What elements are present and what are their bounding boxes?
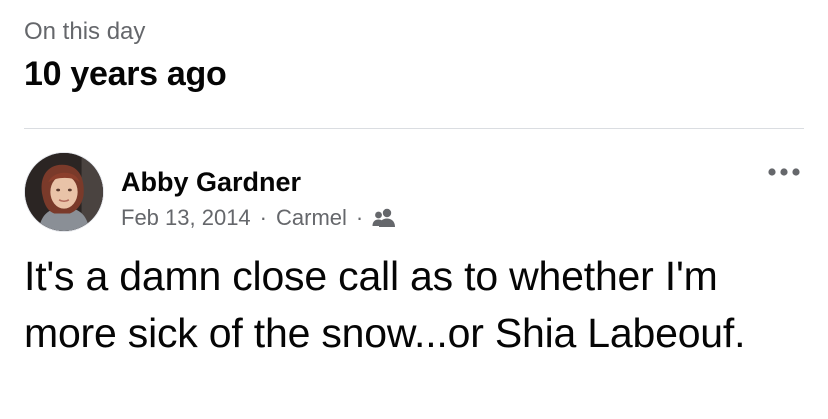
more-options-button[interactable]	[764, 160, 804, 184]
avatar-image	[25, 153, 103, 231]
post-text: It's a damn close call as to whether I'm…	[24, 253, 746, 356]
post-meta: Feb 13, 2014 · Carmel ·	[121, 204, 398, 232]
avatar[interactable]	[24, 152, 104, 232]
friends-icon[interactable]	[372, 207, 398, 229]
post-date[interactable]: Feb 13, 2014	[121, 204, 251, 232]
section-title: 10 years ago	[24, 55, 227, 93]
author-name[interactable]: Abby Gardner	[121, 166, 301, 198]
post-card: Abby Gardner Feb 13, 2014 · Carmel · It'…	[24, 152, 804, 419]
memory-header: On this day 10 years ago	[24, 16, 804, 96]
post-location[interactable]: Carmel	[276, 204, 347, 232]
meta-separator: ·	[259, 205, 267, 230]
meta-separator: ·	[355, 205, 364, 230]
more-options-icon	[768, 168, 800, 176]
section-label: On this day	[24, 18, 146, 45]
divider	[24, 128, 804, 129]
